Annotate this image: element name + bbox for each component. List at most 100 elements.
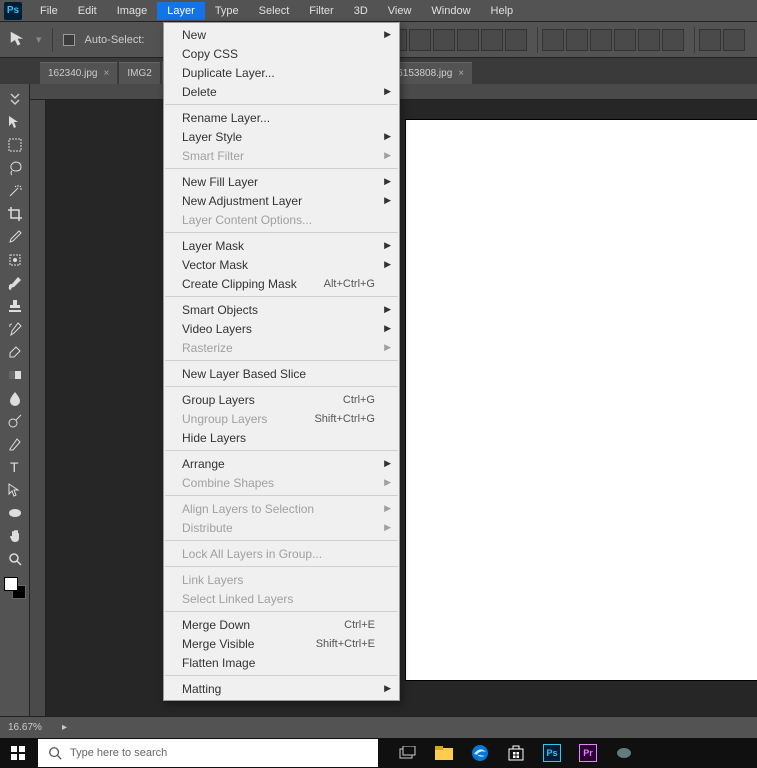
menu-help[interactable]: Help <box>481 2 524 20</box>
menu-item-flatten-image[interactable]: Flatten Image <box>164 653 399 672</box>
tab-close-icon[interactable]: × <box>104 68 110 79</box>
pen-tool[interactable] <box>3 433 27 455</box>
menu-item-create-clipping-mask[interactable]: Create Clipping MaskAlt+Ctrl+G <box>164 274 399 293</box>
menu-item-align-layers-to-selection: Align Layers to Selection▶ <box>164 499 399 518</box>
menu-item-matting[interactable]: Matting▶ <box>164 679 399 698</box>
dist-btn-6[interactable] <box>662 29 684 51</box>
menu-item-merge-down[interactable]: Merge DownCtrl+E <box>164 615 399 634</box>
dist-btn-5[interactable] <box>638 29 660 51</box>
menu-item-merge-visible[interactable]: Merge VisibleShift+Ctrl+E <box>164 634 399 653</box>
photoshop-taskbar-icon[interactable]: Ps <box>534 738 570 768</box>
menu-item-layer-content-options: Layer Content Options... <box>164 210 399 229</box>
healing-tool[interactable] <box>3 249 27 271</box>
menu-window[interactable]: Window <box>421 2 480 20</box>
menu-type[interactable]: Type <box>205 2 249 20</box>
menu-item-distribute: Distribute▶ <box>164 518 399 537</box>
document-canvas[interactable] <box>406 120 757 680</box>
foreground-color-swatch[interactable] <box>4 577 18 591</box>
crop-tool[interactable] <box>3 203 27 225</box>
align-btn-3[interactable] <box>433 29 455 51</box>
premiere-taskbar-icon[interactable]: Pr <box>570 738 606 768</box>
menu-file[interactable]: File <box>30 2 68 20</box>
stamp-tool[interactable] <box>3 295 27 317</box>
menu-item-new[interactable]: New▶ <box>164 25 399 44</box>
dist-btn-2[interactable] <box>566 29 588 51</box>
menubar: Ps FileEditImageLayerTypeSelectFilter3DV… <box>0 0 757 22</box>
document-tab[interactable]: IMG2 <box>119 62 159 84</box>
app-logo: Ps <box>4 2 22 20</box>
menu-item-smart-objects[interactable]: Smart Objects▶ <box>164 300 399 319</box>
file-explorer-icon[interactable] <box>426 738 462 768</box>
document-tab[interactable]: 162340.jpg× <box>40 62 117 84</box>
lasso-tool[interactable] <box>3 157 27 179</box>
menu-image[interactable]: Image <box>107 2 158 20</box>
dist-btn-1[interactable] <box>542 29 564 51</box>
menu-item-layer-style[interactable]: Layer Style▶ <box>164 127 399 146</box>
hand-tool[interactable] <box>3 525 27 547</box>
dodge-tool[interactable] <box>3 410 27 432</box>
zoom-arrow-icon[interactable]: ▸ <box>62 722 67 733</box>
marquee-tool[interactable] <box>3 134 27 156</box>
color-swatches[interactable] <box>4 577 26 599</box>
menu-item-vector-mask[interactable]: Vector Mask▶ <box>164 255 399 274</box>
menu-item-smart-filter: Smart Filter▶ <box>164 146 399 165</box>
auto-select-checkbox[interactable] <box>63 34 75 46</box>
zoom-tool[interactable] <box>3 548 27 570</box>
wand-tool[interactable] <box>3 180 27 202</box>
task-view-icon[interactable] <box>390 738 426 768</box>
menu-item-lock-all-layers-in-group: Lock All Layers in Group... <box>164 544 399 563</box>
menu-select[interactable]: Select <box>249 2 300 20</box>
blur-tool[interactable] <box>3 387 27 409</box>
path-tool[interactable] <box>3 479 27 501</box>
align-btn-6[interactable] <box>505 29 527 51</box>
snip-icon[interactable] <box>606 738 642 768</box>
tab-close-icon[interactable]: × <box>458 68 464 79</box>
history-tool[interactable] <box>3 318 27 340</box>
tab-toggle-icon[interactable] <box>3 88 27 110</box>
taskbar-icons: Ps Pr <box>390 738 678 768</box>
svg-text:T: T <box>10 459 19 475</box>
menu-item-new-fill-layer[interactable]: New Fill Layer▶ <box>164 172 399 191</box>
menu-item-arrange[interactable]: Arrange▶ <box>164 454 399 473</box>
dist-btn-3[interactable] <box>590 29 612 51</box>
gradient-tool[interactable] <box>3 364 27 386</box>
align-btn-5[interactable] <box>481 29 503 51</box>
zoom-level[interactable]: 16.67% <box>8 722 58 733</box>
distribute-group <box>537 27 688 53</box>
menu-view[interactable]: View <box>378 2 422 20</box>
eyedropper-tool[interactable] <box>3 226 27 248</box>
menu-item-rename-layer[interactable]: Rename Layer... <box>164 108 399 127</box>
ruler-vertical <box>30 100 46 728</box>
menu-filter[interactable]: Filter <box>299 2 343 20</box>
align-group <box>380 27 531 53</box>
align-btn-2[interactable] <box>409 29 431 51</box>
menu-item-layer-mask[interactable]: Layer Mask▶ <box>164 236 399 255</box>
move-tool[interactable] <box>3 111 27 133</box>
menu-3d[interactable]: 3D <box>344 2 378 20</box>
menu-layer[interactable]: Layer <box>157 2 205 20</box>
edge-icon[interactable] <box>462 738 498 768</box>
shape-tool[interactable] <box>3 502 27 524</box>
eraser-tool[interactable] <box>3 341 27 363</box>
brush-tool[interactable] <box>3 272 27 294</box>
align-btn-4[interactable] <box>457 29 479 51</box>
menu-edit[interactable]: Edit <box>68 2 107 20</box>
start-button[interactable] <box>0 738 36 768</box>
more-icon[interactable] <box>642 738 678 768</box>
mode-btn-1[interactable] <box>699 29 721 51</box>
menu-item-duplicate-layer[interactable]: Duplicate Layer... <box>164 63 399 82</box>
menu-item-group-layers[interactable]: Group LayersCtrl+G <box>164 390 399 409</box>
menu-item-video-layers[interactable]: Video Layers▶ <box>164 319 399 338</box>
menu-item-delete[interactable]: Delete▶ <box>164 82 399 101</box>
mode-btn-2[interactable] <box>723 29 745 51</box>
menu-item-hide-layers[interactable]: Hide Layers <box>164 428 399 447</box>
type-tool[interactable]: T <box>3 456 27 478</box>
taskbar-search[interactable]: Type here to search <box>38 739 378 767</box>
dist-btn-4[interactable] <box>614 29 636 51</box>
menu-item-copy-css[interactable]: Copy CSS <box>164 44 399 63</box>
move-tool-icon[interactable] <box>8 29 30 51</box>
menu-item-new-adjustment-layer[interactable]: New Adjustment Layer▶ <box>164 191 399 210</box>
store-icon[interactable] <box>498 738 534 768</box>
auto-select-label: Auto-Select: <box>85 34 145 46</box>
menu-item-new-layer-based-slice[interactable]: New Layer Based Slice <box>164 364 399 383</box>
